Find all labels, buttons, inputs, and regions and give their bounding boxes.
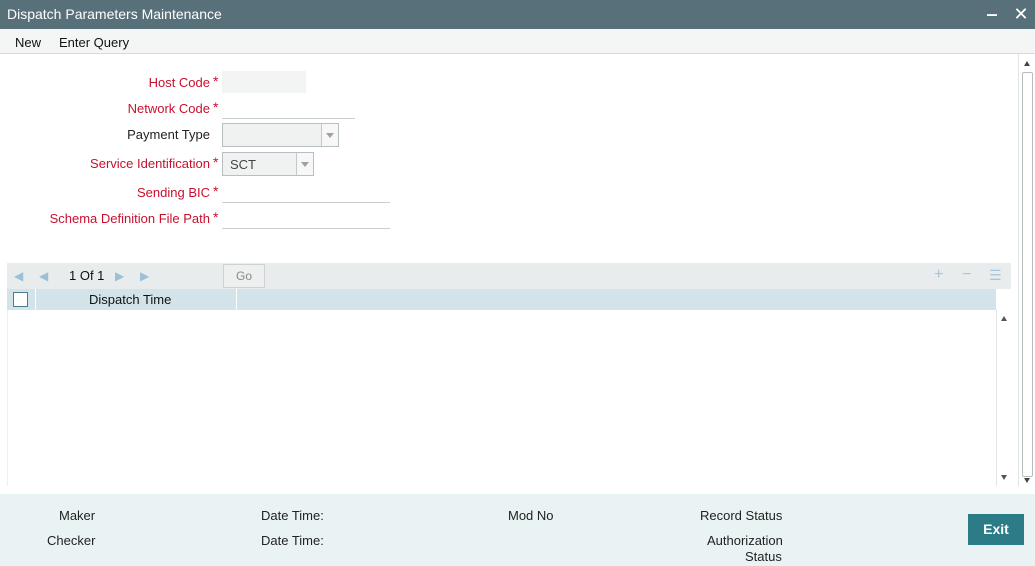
checker-date-time-label: Date Time: (261, 533, 324, 548)
grid-scrollbar[interactable] (996, 310, 1011, 486)
form-scrollbar[interactable] (1018, 54, 1035, 486)
grid-header: Dispatch Time (7, 289, 996, 310)
authorization-label: Authorization (707, 533, 783, 548)
checker-label: Checker (47, 533, 96, 548)
payment-type-select[interactable] (222, 123, 339, 147)
previous-page-icon[interactable]: ◀ (39, 269, 48, 283)
payment-type-label: Payment Type (127, 127, 210, 142)
menu-bar: New Enter Query (0, 29, 1035, 54)
add-row-icon[interactable]: + (934, 266, 943, 284)
grid-toolbar: ◀​ ◀ 1 Of 1 ▶ ▶ Go + − ☰ (7, 263, 1011, 289)
authorization-status-label: Status (745, 549, 782, 564)
enter-query-menu-item[interactable]: Enter Query (59, 35, 129, 50)
grid-body (7, 310, 996, 486)
network-code-label: Network Code (127, 101, 210, 116)
service-identification-value: SCT (230, 157, 256, 172)
new-menu-item[interactable]: New (15, 35, 41, 50)
select-all-checkbox[interactable] (13, 292, 28, 307)
delete-row-icon[interactable]: − (962, 266, 971, 284)
record-status-label: Record Status (700, 508, 783, 523)
host-code-input[interactable] (222, 71, 306, 93)
go-button[interactable]: Go (223, 264, 265, 288)
window-title: Dispatch Parameters Maintenance (7, 6, 222, 22)
column-divider (236, 289, 237, 310)
schema-definition-file-path-required-marker: * (213, 209, 219, 225)
service-identification-select[interactable]: SCT (222, 152, 314, 176)
schema-definition-file-path-input[interactable] (222, 207, 390, 229)
sending-bic-required-marker: * (213, 183, 219, 199)
service-identification-label: Service Identification (90, 156, 210, 171)
sending-bic-label: Sending BIC (137, 185, 210, 200)
grid-scroll-down-icon[interactable] (1001, 475, 1007, 480)
audit-footer: Maker Checker Date Time: Date Time: Mod … (0, 494, 1035, 566)
chevron-down-icon[interactable] (321, 124, 338, 146)
exit-button[interactable]: Exit (968, 514, 1024, 545)
pager-text: 1 Of 1 (69, 268, 105, 283)
sending-bic-input[interactable] (222, 181, 390, 203)
last-page-icon[interactable]: ▶ (140, 269, 149, 283)
schema-definition-file-path-label: Schema Definition File Path (49, 211, 210, 226)
maker-date-time-label: Date Time: (261, 508, 324, 523)
minimize-icon[interactable]: ‒ (982, 3, 1002, 25)
mod-no-label: Mod No (508, 508, 554, 523)
close-icon[interactable]: ✕ (1011, 3, 1031, 25)
scrollbar-thumb[interactable] (1022, 72, 1033, 477)
network-code-input[interactable] (222, 97, 355, 119)
service-identification-required-marker: * (213, 154, 219, 170)
chevron-down-icon[interactable] (296, 153, 313, 175)
next-page-icon[interactable]: ▶ (115, 269, 124, 283)
network-code-required-marker: * (213, 99, 219, 115)
maker-label: Maker (59, 508, 96, 523)
column-divider (35, 289, 36, 310)
grid-scroll-up-icon[interactable] (1001, 316, 1007, 321)
first-page-icon[interactable]: ◀​ (14, 269, 23, 283)
dispatch-time-column-header[interactable]: Dispatch Time (89, 292, 171, 307)
title-bar: Dispatch Parameters Maintenance ‒ ✕ (0, 0, 1035, 29)
scroll-up-icon[interactable] (1024, 61, 1030, 66)
scroll-down-icon[interactable] (1024, 478, 1030, 483)
list-view-icon[interactable]: ☰ (989, 267, 1002, 284)
host-code-required-marker: * (213, 73, 219, 89)
host-code-label: Host Code (148, 75, 210, 90)
